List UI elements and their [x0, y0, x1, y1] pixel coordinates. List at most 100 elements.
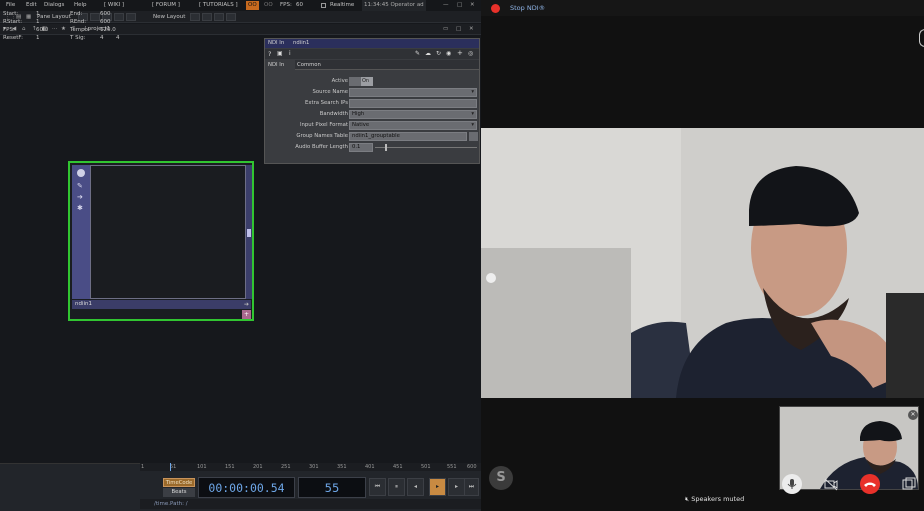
close-icon[interactable]: ✕: [470, 0, 475, 11]
close-preview-icon[interactable]: ✕: [908, 410, 918, 420]
ruler-tick: 551: [447, 464, 457, 470]
play-icon[interactable]: ▸: [429, 478, 446, 496]
realtime-checkbox[interactable]: [321, 3, 326, 8]
layout-btn-7[interactable]: [202, 13, 212, 21]
audio-buffer-field[interactable]: 0.1: [349, 143, 373, 152]
refresh-icon[interactable]: ↻: [436, 50, 441, 57]
start-value[interactable]: 1: [36, 10, 40, 18]
realtime-label[interactable]: Realtime: [330, 0, 354, 11]
ruler-tick: 600: [467, 464, 477, 470]
skype-call-window: Stop NDI® ✕ S 🔇︎ Speakers muted: [481, 0, 924, 511]
minimize-icon[interactable]: —: [443, 0, 449, 11]
tempo-label: Tempo:: [70, 27, 90, 33]
rend-value[interactable]: 600: [100, 18, 111, 26]
menu-tutorials[interactable]: [ TUTORIALS ]: [199, 0, 238, 11]
timecode-button[interactable]: TimeCode: [163, 478, 195, 487]
rstart-value[interactable]: 1: [36, 18, 40, 26]
playhead[interactable]: [170, 463, 171, 471]
frame-display[interactable]: 55: [298, 477, 366, 498]
tsig-label: T Sig:: [70, 35, 86, 41]
step-back-icon[interactable]: ◂: [407, 478, 424, 496]
new-layout-label[interactable]: New Layout: [153, 11, 185, 23]
bandwidth-dropdown[interactable]: High ▾: [349, 110, 477, 119]
rewind-icon[interactable]: ⏮: [369, 478, 386, 496]
step-forward-icon[interactable]: ▸: [448, 478, 465, 496]
microphone-button[interactable]: [782, 474, 802, 494]
group-names-table-field[interactable]: ndiin1_grouptable: [349, 132, 467, 141]
param-label: Active: [331, 78, 348, 84]
python-icon[interactable]: ◉: [446, 50, 451, 57]
tab-ndi-in[interactable]: NDI In: [265, 60, 295, 70]
tsig-value-1[interactable]: 4: [100, 34, 104, 42]
menu-forum[interactable]: [ FORUM ]: [152, 0, 180, 11]
share-screen-button[interactable]: [899, 474, 919, 494]
ruler-tick: 501: [421, 464, 431, 470]
node-output-connector[interactable]: [246, 165, 252, 299]
oo-off-indicator: OO: [264, 2, 273, 8]
pause-icon[interactable]: ⏸: [388, 478, 405, 496]
layout-btn-9[interactable]: [226, 13, 236, 21]
share-screen-icon: [902, 477, 916, 490]
arrow-icon[interactable]: ➔: [77, 193, 83, 201]
fps-value[interactable]: 60.0: [36, 26, 48, 34]
tab-common[interactable]: Common: [297, 60, 321, 70]
target-icon[interactable]: ◎: [468, 50, 473, 57]
viewer-toggle-icon[interactable]: [77, 169, 85, 177]
maximize-icon[interactable]: □: [457, 0, 462, 11]
stop-ndi-link[interactable]: Stop NDI®: [510, 0, 545, 16]
timecode-display[interactable]: 00:00:00.54: [198, 477, 295, 498]
ruler-tick: 151: [225, 464, 235, 470]
pane-max-icon[interactable]: □: [456, 24, 461, 35]
tempo-value[interactable]: 120.0: [100, 26, 116, 34]
fast-forward-icon[interactable]: ⏭: [464, 478, 479, 496]
node-tool-strip: ✎ ➔ ✱: [72, 165, 90, 299]
end-call-button[interactable]: [860, 474, 880, 494]
help-icon[interactable]: ?: [268, 50, 271, 58]
info-icon[interactable]: i: [289, 50, 291, 57]
video-toggle-button[interactable]: [821, 474, 841, 494]
timeline-row: ResetF: 1 T Sig: 4 4: [3, 34, 138, 42]
op-icon[interactable]: ▣: [277, 50, 283, 57]
rstart-label: RStart:: [3, 19, 23, 25]
pane-split-icon[interactable]: ▭: [443, 24, 448, 35]
extra-search-ips-field[interactable]: [349, 99, 477, 108]
pixel-format-dropdown[interactable]: Native ▾: [349, 121, 477, 130]
timeline-ruler[interactable]: 1 51 101 151 201 251 301 351 401 451 501…: [140, 463, 481, 471]
speaker-muted-icon: 🔇︎: [685, 495, 690, 503]
node-plus-icon[interactable]: +: [242, 310, 251, 319]
audio-buffer-slider-track[interactable]: [375, 147, 477, 148]
bypass-icon[interactable]: ✎: [77, 182, 83, 190]
side-panel-handle-icon[interactable]: [919, 29, 924, 47]
pane-close-icon[interactable]: ✕: [469, 24, 474, 35]
beats-button[interactable]: Beats: [163, 488, 195, 497]
record-dot-icon[interactable]: [491, 4, 500, 13]
node-viewer[interactable]: [90, 165, 246, 299]
add-icon[interactable]: +: [457, 49, 463, 57]
active-toggle-on[interactable]: On: [361, 77, 373, 86]
param-op-name[interactable]: ndiin1: [293, 39, 309, 48]
parameter-panel: NDI In ndiin1 ? ▣ i ✎ ☁ ↻ ◉ + ◎ NDI In C…: [264, 38, 480, 164]
microphone-icon: [787, 479, 797, 489]
param-label: Input Pixel Format: [299, 122, 348, 128]
cloud-icon[interactable]: ☁: [425, 50, 431, 57]
end-value[interactable]: 600: [100, 10, 111, 18]
start-label: Start:: [3, 11, 19, 17]
node-name-label[interactable]: ndiin1: [72, 300, 242, 309]
param-row-active: Active On: [265, 76, 479, 87]
pencil-icon[interactable]: ✎: [415, 50, 420, 57]
active-toggle-off[interactable]: [349, 77, 361, 86]
resetf-value[interactable]: 1: [36, 34, 40, 42]
layout-btn-8[interactable]: [214, 13, 224, 21]
flag-icon[interactable]: ✱: [77, 204, 83, 212]
source-name-dropdown[interactable]: ▾: [349, 88, 477, 97]
ndiin1-node[interactable]: ✎ ➔ ✱ ndiin1 ➔ +: [68, 161, 254, 321]
param-tabs: NDI In Common: [265, 60, 479, 70]
param-label: Bandwidth: [319, 111, 348, 117]
oo-indicator[interactable]: OO: [246, 1, 259, 10]
audio-buffer-slider-handle[interactable]: [385, 144, 387, 151]
node-arrow-icon[interactable]: ➔: [242, 300, 251, 309]
output-handle[interactable]: [247, 229, 251, 237]
tsig-value-2[interactable]: 4: [116, 34, 120, 42]
layout-btn-6[interactable]: [190, 13, 200, 21]
table-picker-button[interactable]: [469, 132, 478, 141]
